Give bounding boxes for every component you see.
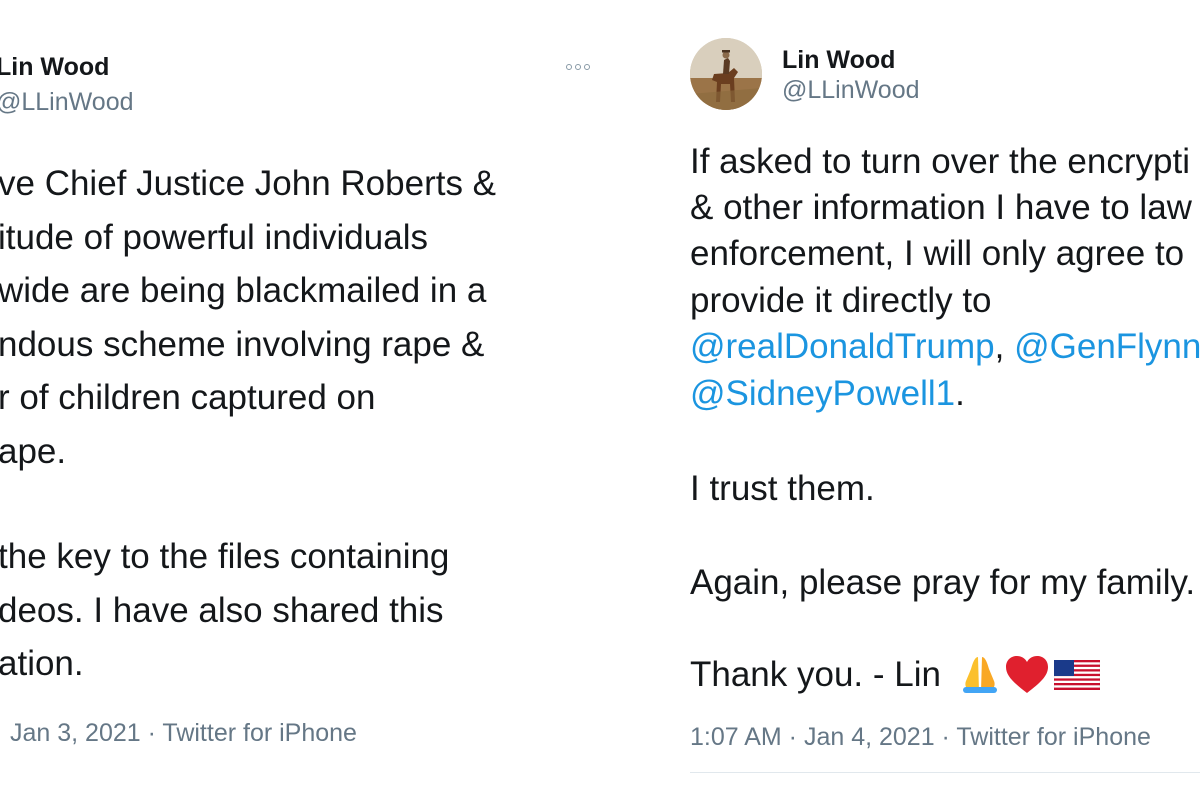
tweet-text-line: If asked to turn over the encrypti [690, 142, 1190, 181]
tweet-text-line: itude of powerful individuals [0, 218, 428, 257]
folded-hands-icon [963, 657, 997, 693]
tweet-text-line: wide are being blackmailed in a [0, 271, 487, 310]
tweet-text-line: & other information I have to law [690, 188, 1192, 227]
panel-divider [640, 0, 660, 800]
tweet-text-line: the key to the files containing [0, 537, 450, 576]
tweet-text-line: ve Chief Justice John Roberts & [0, 164, 497, 203]
author-name[interactable]: Lin Wood [0, 53, 109, 82]
tweet-text-line: ape. [0, 432, 67, 471]
mention-link[interactable]: @SidneyPowell1 [690, 374, 955, 413]
tweet-text-line: ation. [0, 644, 84, 683]
mention-separator: , [994, 327, 1015, 366]
author-name[interactable]: Lin Wood [782, 46, 895, 75]
tweet-mentions-line: @realDonaldTrump, @GenFlynn [690, 327, 1200, 367]
avatar[interactable] [690, 38, 762, 110]
tweet-text-line: r of children captured on [0, 378, 376, 417]
tweet-timestamp[interactable]: 1:07 AM · Jan 4, 2021 · Twitter for iPho… [690, 723, 1151, 752]
tweet-text-line: provide it directly to [690, 281, 992, 320]
tweet-mentions-line: @SidneyPowell1. [690, 374, 965, 414]
right-tweet-card: Lin Wood @LLinWood If asked to turn over… [660, 0, 1200, 800]
tweet-text-line: I trust them. [690, 469, 875, 508]
tweet-text-line: ndous scheme involving rape & [0, 325, 485, 364]
red-heart-icon [1006, 656, 1048, 693]
author-handle[interactable]: @LLinWood [0, 88, 134, 117]
tweet-text-line: enforcement, I will only agree to [690, 234, 1185, 273]
tweet-text-line: Thank you. - Lin [690, 655, 941, 694]
tweet-signoff: Thank you. - Lin [690, 655, 941, 695]
horse-rider-icon [690, 38, 762, 110]
tweet-text-line: deos. I have also shared this [0, 591, 444, 630]
tweet-bottom-divider [690, 772, 1200, 773]
left-tweet-card: Lin Wood @LLinWood ve Chief Justice John… [0, 0, 640, 800]
tweet-text-line: Again, please pray for my family. [690, 563, 1196, 602]
mention-link[interactable]: @realDonaldTrump [690, 327, 995, 366]
mention-link[interactable]: @GenFlynn [1014, 327, 1200, 366]
us-flag-icon [1054, 660, 1100, 690]
more-options-icon[interactable] [566, 64, 590, 70]
author-handle[interactable]: @LLinWood [782, 76, 920, 105]
tweet-timestamp[interactable]: Jan 3, 2021 · Twitter for iPhone [10, 719, 357, 748]
sentence-period: . [955, 374, 965, 413]
